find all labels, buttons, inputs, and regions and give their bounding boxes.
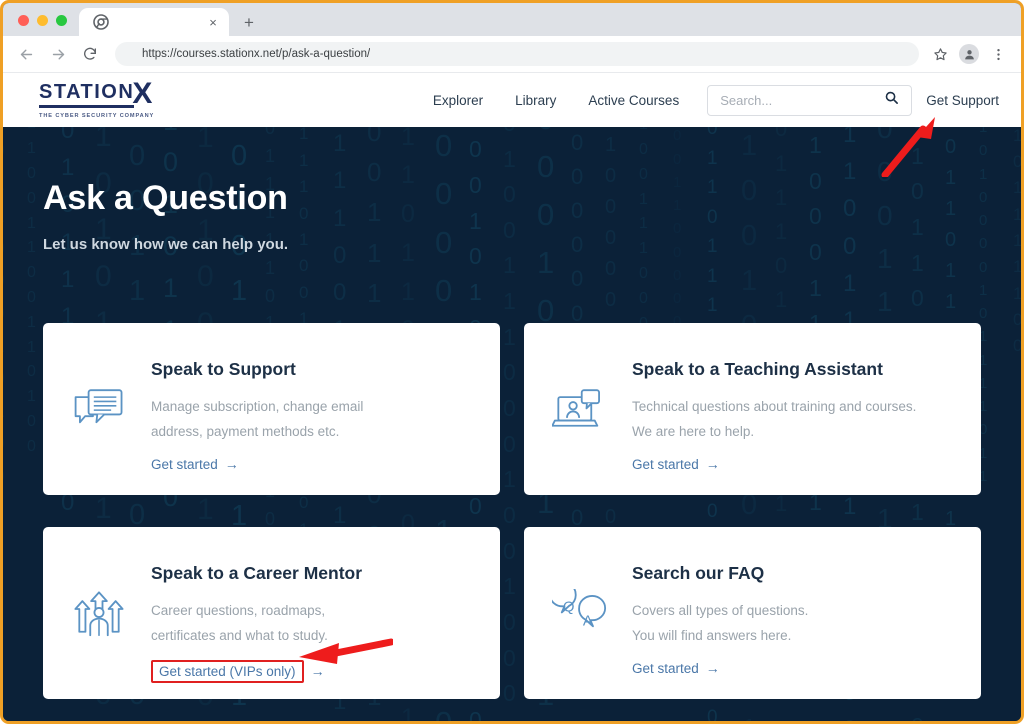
card-title: Speak to a Teaching Assistant [632,359,883,379]
search-input[interactable]: Search... [707,84,913,116]
page-title: Ask a Question [43,179,288,217]
get-support-link[interactable]: Get Support [926,93,1003,108]
card-speak-to-support[interactable]: Speak to Support Manage subscription, ch… [43,323,500,495]
card-description-line2: address, payment methods etc. [151,423,340,439]
card-get-started-link[interactable]: Get started → [151,456,239,472]
card-description-line1: Technical questions about training and c… [632,399,917,414]
card-speak-to-career-mentor[interactable]: Speak to a Career Mentor Career question… [43,527,500,699]
arrow-right-icon: → [224,456,239,473]
laptop-person-chat-icon [551,385,614,442]
window-traffic-lights [3,15,79,36]
card-search-our-faq[interactable]: Q A Search our FAQ Covers all types of q… [524,527,981,699]
close-window-button[interactable] [18,15,29,26]
three-dot-menu-icon[interactable] [985,41,1011,67]
star-icon[interactable] [927,41,953,67]
card-title: Speak to Support [151,359,296,379]
logo-wordmark: STATION X [39,77,154,111]
back-button[interactable] [13,41,39,67]
card-get-started-link[interactable]: Get started → [632,456,720,472]
card-description-line1: Manage subscription, change email [151,399,364,414]
card-description-line2: You will find answers here. [632,627,792,643]
close-tab-button[interactable]: × [205,14,221,30]
hero-text-block: Ask a Question Let us know how we can he… [3,127,1021,253]
svg-text:A: A [583,613,593,629]
card-description-line1: Career questions, roadmaps, [151,603,326,618]
card-content: Speak to a Career Mentor Career question… [151,561,476,683]
card-get-started-link[interactable]: Get started → [632,660,720,676]
stationx-logo[interactable]: STATION X THE CYBER SECURITY COMPANY [39,77,155,119]
card-get-started-vips-link[interactable]: Get started (VIPs only) → [151,659,325,683]
account-avatar-icon[interactable] [959,44,979,64]
nav-link-explorer[interactable]: Explorer [417,93,499,108]
new-tab-button[interactable]: + [235,8,263,36]
card-title: Search our FAQ [632,563,765,583]
page-hero: 0 0 1 0 1 1 0 0 0 1 0 1 0 0 1 1 1 0 0 1 … [3,127,1021,721]
nav-link-active-courses[interactable]: Active Courses [572,93,695,108]
arrow-right-icon: → [705,660,720,677]
chrome-logo-icon [93,14,109,30]
card-speak-to-teaching-assistant[interactable]: Speak to a Teaching Assistant Technical … [524,323,981,495]
address-bar-url: https://courses.stationx.net/p/ask-a-que… [142,48,371,60]
card-description-line2: certificates and what to study. [151,627,328,643]
card-description: Manage subscription, change email addres… [151,395,476,445]
logo-text-main: STATION [39,82,135,108]
browser-tab[interactable]: × [79,8,229,36]
qa-speech-bubbles-icon: Q A [548,581,614,646]
card-content: Search our FAQ Covers all types of quest… [632,561,957,678]
card-content: Speak to Support Manage subscription, ch… [151,357,476,474]
minimize-window-button[interactable] [37,15,48,26]
card-description-line1: Covers all types of questions. [632,603,809,618]
toolbar-right-icons [927,41,1011,67]
arrow-right-icon: → [310,663,325,680]
card-description: Technical questions about training and c… [632,395,957,445]
site-header: STATION X THE CYBER SECURITY COMPANY Exp… [3,73,1021,127]
card-link-label: Get started [632,660,699,676]
card-link-label: Get started (VIPs only) [151,659,304,683]
reload-button[interactable] [77,41,103,67]
main-navigation: Explorer Library Active Courses Search..… [417,84,1003,116]
card-description: Career questions, roadmaps, certificates… [151,599,476,649]
card-description: Covers all types of questions. You will … [632,599,957,649]
card-content: Speak to a Teaching Assistant Technical … [632,357,957,474]
card-link-label: Get started [151,456,218,472]
search-icon[interactable] [884,90,899,110]
forward-button[interactable] [45,41,71,67]
svg-text:Q: Q [563,600,574,616]
search-placeholder: Search... [720,92,773,108]
arrow-right-icon: → [705,456,720,473]
browser-window: × + https://courses.stationx.net/p/ask-a… [0,0,1024,724]
card-link-label: Get started [632,456,699,472]
logo-tagline: THE CYBER SECURITY COMPANY [39,112,155,119]
maximize-window-button[interactable] [56,15,67,26]
card-description-line2: We are here to help. [632,423,755,439]
support-options-grid: Speak to Support Manage subscription, ch… [43,323,981,699]
browser-toolbar: https://courses.stationx.net/p/ask-a-que… [3,36,1021,73]
speech-bubbles-document-icon [71,385,133,442]
browser-tab-strip: × + [3,3,1021,36]
nav-link-library[interactable]: Library [499,93,572,108]
page-subtitle: Let us know how we can help you. [43,236,289,253]
logo-text-accent: X [132,77,154,111]
address-bar[interactable]: https://courses.stationx.net/p/ask-a-que… [115,42,919,66]
card-title: Speak to a Career Mentor [151,563,363,583]
person-growth-arrows-icon [71,589,133,648]
